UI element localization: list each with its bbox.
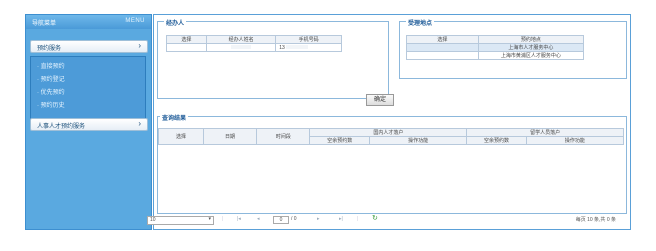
page-total: / 0 — [291, 216, 297, 222]
sidebar-item-direct[interactable]: · 直接预约 — [37, 61, 65, 70]
sidebar-section-label: 人事人才预约服务 — [37, 124, 86, 130]
sidebar: 导航菜单 MENU 预约服务 › · 直接预约 · 预约登记 · 优先预约 · … — [25, 14, 152, 230]
separator: | — [357, 216, 359, 222]
col-overseas-action: 操作功能 — [525, 136, 625, 145]
dropdown-arrow-icon: ▾ — [208, 216, 211, 222]
page-number-input[interactable]: 0 — [273, 216, 289, 224]
agent-fieldset: 经办人 选择 经办人姓名 手机号码 13 — [157, 18, 389, 99]
sidebar-section-label: 预约服务 — [37, 46, 62, 52]
col-overseas-remaining: 空余预约数 — [466, 136, 527, 145]
confirm-button[interactable]: 确定 — [366, 94, 394, 106]
cell-location: 上海市黄浦区人才服务中心 — [477, 51, 585, 60]
sidebar-item-history[interactable]: · 预约历史 — [37, 100, 65, 109]
col-location: 预约地点 — [477, 35, 585, 44]
col-select: 选择 — [158, 128, 204, 145]
agent-table: 选择 经办人姓名 手机号码 13 — [166, 35, 342, 52]
pager-summary: 每页 10 条,共 0 条 — [575, 217, 616, 223]
sidebar-header: 导航菜单 MENU — [26, 15, 151, 29]
sidebar-section-talent[interactable]: 人事人才预约服务 › — [30, 118, 148, 131]
cell-location: 上海市人才服务中心 — [477, 43, 585, 52]
agent-legend: 经办人 — [164, 18, 187, 27]
location-table: 选择 预约地点 上海市人才服务中心 上海市黄浦区人才服务中心 — [406, 35, 585, 60]
col-date: 日期 — [202, 128, 258, 145]
col-select: 选择 — [406, 35, 479, 44]
cell-phone: 13 — [275, 43, 342, 52]
location-fieldset: 受理地点 选择 预约地点 上海市人才服务中心 上海市黄浦区人才服务中心 — [399, 18, 627, 79]
chevron-right-icon: › — [138, 41, 141, 50]
sidebar-menu-label: MENU — [125, 18, 145, 24]
table-row[interactable]: 13 — [166, 43, 342, 52]
sidebar-item-priority[interactable]: · 优先预约 — [37, 87, 65, 96]
cell-select[interactable] — [406, 51, 479, 60]
col-group-overseas: 留学人员落户 — [466, 128, 624, 137]
page-size-value: 10 — [150, 217, 156, 223]
table-row[interactable]: 上海市人才服务中心 — [406, 43, 585, 52]
pager: 10 ▾ | |◂ ◂ 0 / 0 ▸ ▸| | ↻ 每页 10 条,共 0 条 — [147, 214, 622, 225]
main-panel: 经办人 选择 经办人姓名 手机号码 13 受理地点 选择 预约地点 上海市人才服… — [153, 14, 631, 230]
sidebar-item-register[interactable]: · 预约登记 — [37, 74, 65, 83]
table-row[interactable]: 上海市黄浦区人才服务中心 — [406, 51, 585, 60]
cell-agent-name — [205, 43, 277, 52]
separator: | — [222, 216, 224, 222]
col-domestic-action: 操作功能 — [369, 136, 468, 145]
results-legend: 查询结果 — [160, 113, 189, 122]
prev-page-icon[interactable]: ◂ — [257, 216, 260, 222]
page-size-select[interactable]: 10 ▾ — [147, 216, 214, 225]
col-select: 选择 — [166, 35, 207, 44]
col-agent-name: 经办人姓名 — [205, 35, 277, 44]
col-group-domestic: 国内人才落户 — [309, 128, 468, 137]
sidebar-title: 导航菜单 — [32, 21, 57, 27]
cell-select[interactable] — [406, 43, 479, 52]
col-domestic-remaining: 空余预约数 — [309, 136, 371, 145]
results-table: 选择 日期 时间段 国内人才落户 留学人员落户 空余预约数 操作功能 空余预约数… — [158, 128, 625, 145]
last-page-icon[interactable]: ▸| — [339, 216, 343, 222]
location-legend: 受理地点 — [406, 18, 435, 27]
first-page-icon[interactable]: |◂ — [237, 216, 241, 222]
refresh-icon[interactable]: ↻ — [372, 214, 378, 222]
cell-select[interactable] — [166, 43, 207, 52]
col-phone: 手机号码 — [275, 35, 342, 44]
results-fieldset: 查询结果 选择 日期 时间段 国内人才落户 留学人员落户 空余预约数 操作功能 … — [157, 113, 627, 214]
next-page-icon[interactable]: ▸ — [317, 216, 320, 222]
chevron-right-icon: › — [138, 119, 141, 128]
col-time: 时间段 — [256, 128, 311, 145]
sidebar-section-appointment[interactable]: 预约服务 › — [30, 40, 148, 53]
